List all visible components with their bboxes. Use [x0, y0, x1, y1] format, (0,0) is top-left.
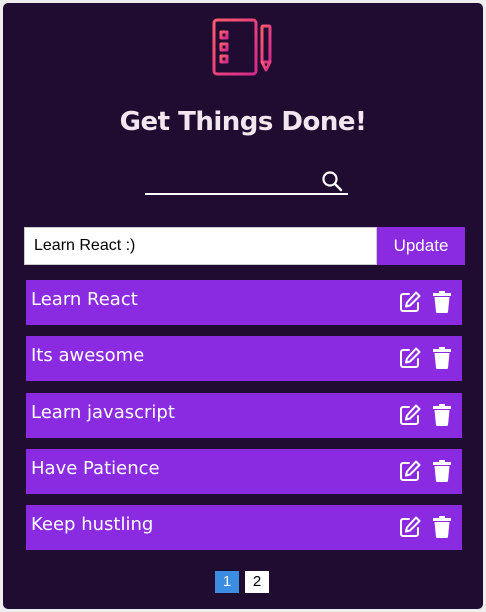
- trash-icon[interactable]: [433, 459, 451, 482]
- edit-icon[interactable]: [399, 404, 421, 426]
- search-bar: [145, 168, 348, 195]
- todo-item-text: Learn React: [31, 289, 138, 310]
- edit-icon[interactable]: [399, 516, 421, 538]
- todo-item: Have Patience: [26, 448, 462, 494]
- todo-item: Keep hustling: [26, 505, 462, 550]
- edit-icon[interactable]: [399, 460, 421, 482]
- todo-text-input[interactable]: [24, 227, 377, 265]
- trash-icon[interactable]: [433, 403, 451, 426]
- todo-item: Learn javascript: [26, 392, 462, 438]
- edit-icon[interactable]: [399, 347, 421, 369]
- checklist-logo-icon: [212, 13, 272, 76]
- todo-item-text: Have Patience: [31, 457, 160, 479]
- update-button[interactable]: Update: [377, 227, 465, 265]
- todo-item-text: Keep hustling: [31, 514, 154, 535]
- todo-item-text: Learn javascript: [31, 401, 175, 423]
- trash-icon[interactable]: [433, 516, 451, 538]
- page-button-1[interactable]: 1: [215, 571, 239, 593]
- page-title: Get Things Done!: [119, 107, 367, 137]
- trash-icon[interactable]: [433, 291, 451, 313]
- search-icon[interactable]: [321, 170, 343, 192]
- edit-icon[interactable]: [399, 291, 421, 313]
- todo-item-text: Its awesome: [31, 345, 145, 367]
- search-input[interactable]: [145, 168, 317, 193]
- todo-edit-form: Update: [24, 227, 465, 265]
- todo-list: Learn React Its awesome Learn javascript: [26, 280, 462, 561]
- page-button-2[interactable]: 2: [245, 571, 269, 593]
- trash-icon[interactable]: [433, 347, 451, 370]
- todo-item: Learn React: [26, 280, 462, 325]
- todo-item: Its awesome: [26, 336, 462, 382]
